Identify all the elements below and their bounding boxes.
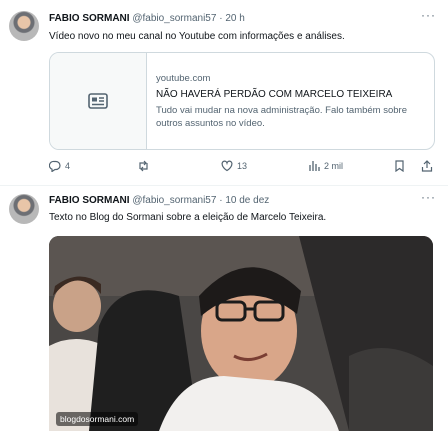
reply-button[interactable]: 4 (49, 160, 70, 172)
tweet-header: FABIO SORMANI @fabio_sormani57 · 20 h (49, 13, 245, 24)
share-icon (421, 160, 433, 172)
separator: · (219, 13, 223, 24)
link-card[interactable]: youtube.com NÃO HAVERÁ PERDÃO COM MARCEL… (49, 52, 435, 150)
avatar[interactable] (9, 11, 39, 41)
card-thumbnail (50, 53, 147, 149)
like-button[interactable]: 13 (221, 160, 247, 172)
tweet-text: Texto no Blog do Sormani sobre a eleição… (49, 212, 327, 223)
author-name[interactable]: FABIO SORMANI (49, 195, 130, 206)
tweet-header: FABIO SORMANI @fabio_sormani57 · 10 de d… (49, 195, 269, 206)
views-button[interactable]: 2 mil (308, 160, 343, 172)
avatar[interactable] (9, 194, 39, 224)
card-title: NÃO HAVERÁ PERDÃO COM MARCELO TEIXEIRA (156, 89, 393, 100)
link-card-icon (88, 93, 108, 109)
tweet-text: Vídeo novo no meu canal no Youtube com i… (49, 31, 345, 42)
like-count: 13 (237, 161, 248, 171)
more-icon[interactable]: ··· (421, 190, 436, 204)
card-description: Tudo vai mudar na nova administração. Fa… (156, 105, 407, 129)
tweet-photo[interactable]: blogdosormani.com (49, 236, 433, 431)
share-button[interactable] (421, 160, 433, 172)
reply-count: 4 (65, 161, 71, 171)
card-body: youtube.com NÃO HAVERÁ PERDÃO COM MARCEL… (156, 73, 426, 130)
reply-icon (49, 160, 61, 172)
tweet-time[interactable]: 20 h (225, 13, 244, 24)
photo-illustration (49, 236, 433, 431)
views-icon (309, 161, 320, 171)
author-handle[interactable]: @fabio_sormani57 (132, 13, 216, 24)
repost-icon (139, 160, 148, 172)
bookmark-icon (395, 160, 404, 172)
tweet-1[interactable]: FABIO SORMANI @fabio_sormani57 · 20 h ··… (0, 0, 448, 185)
bookmark-button[interactable] (394, 160, 405, 172)
tweet-time[interactable]: 10 de dez (225, 195, 269, 206)
more-icon[interactable]: ··· (421, 8, 436, 22)
image-watermark: blogdosormani.com (56, 412, 139, 426)
like-icon (221, 160, 233, 172)
separator: · (219, 195, 223, 206)
card-domain: youtube.com (156, 73, 211, 84)
repost-button[interactable] (137, 160, 154, 172)
action-bar: 4 13 2 mil (49, 160, 433, 176)
author-handle[interactable]: @fabio_sormani57 (132, 195, 216, 206)
views-count: 2 mil (324, 161, 344, 171)
author-name[interactable]: FABIO SORMANI (49, 13, 130, 24)
